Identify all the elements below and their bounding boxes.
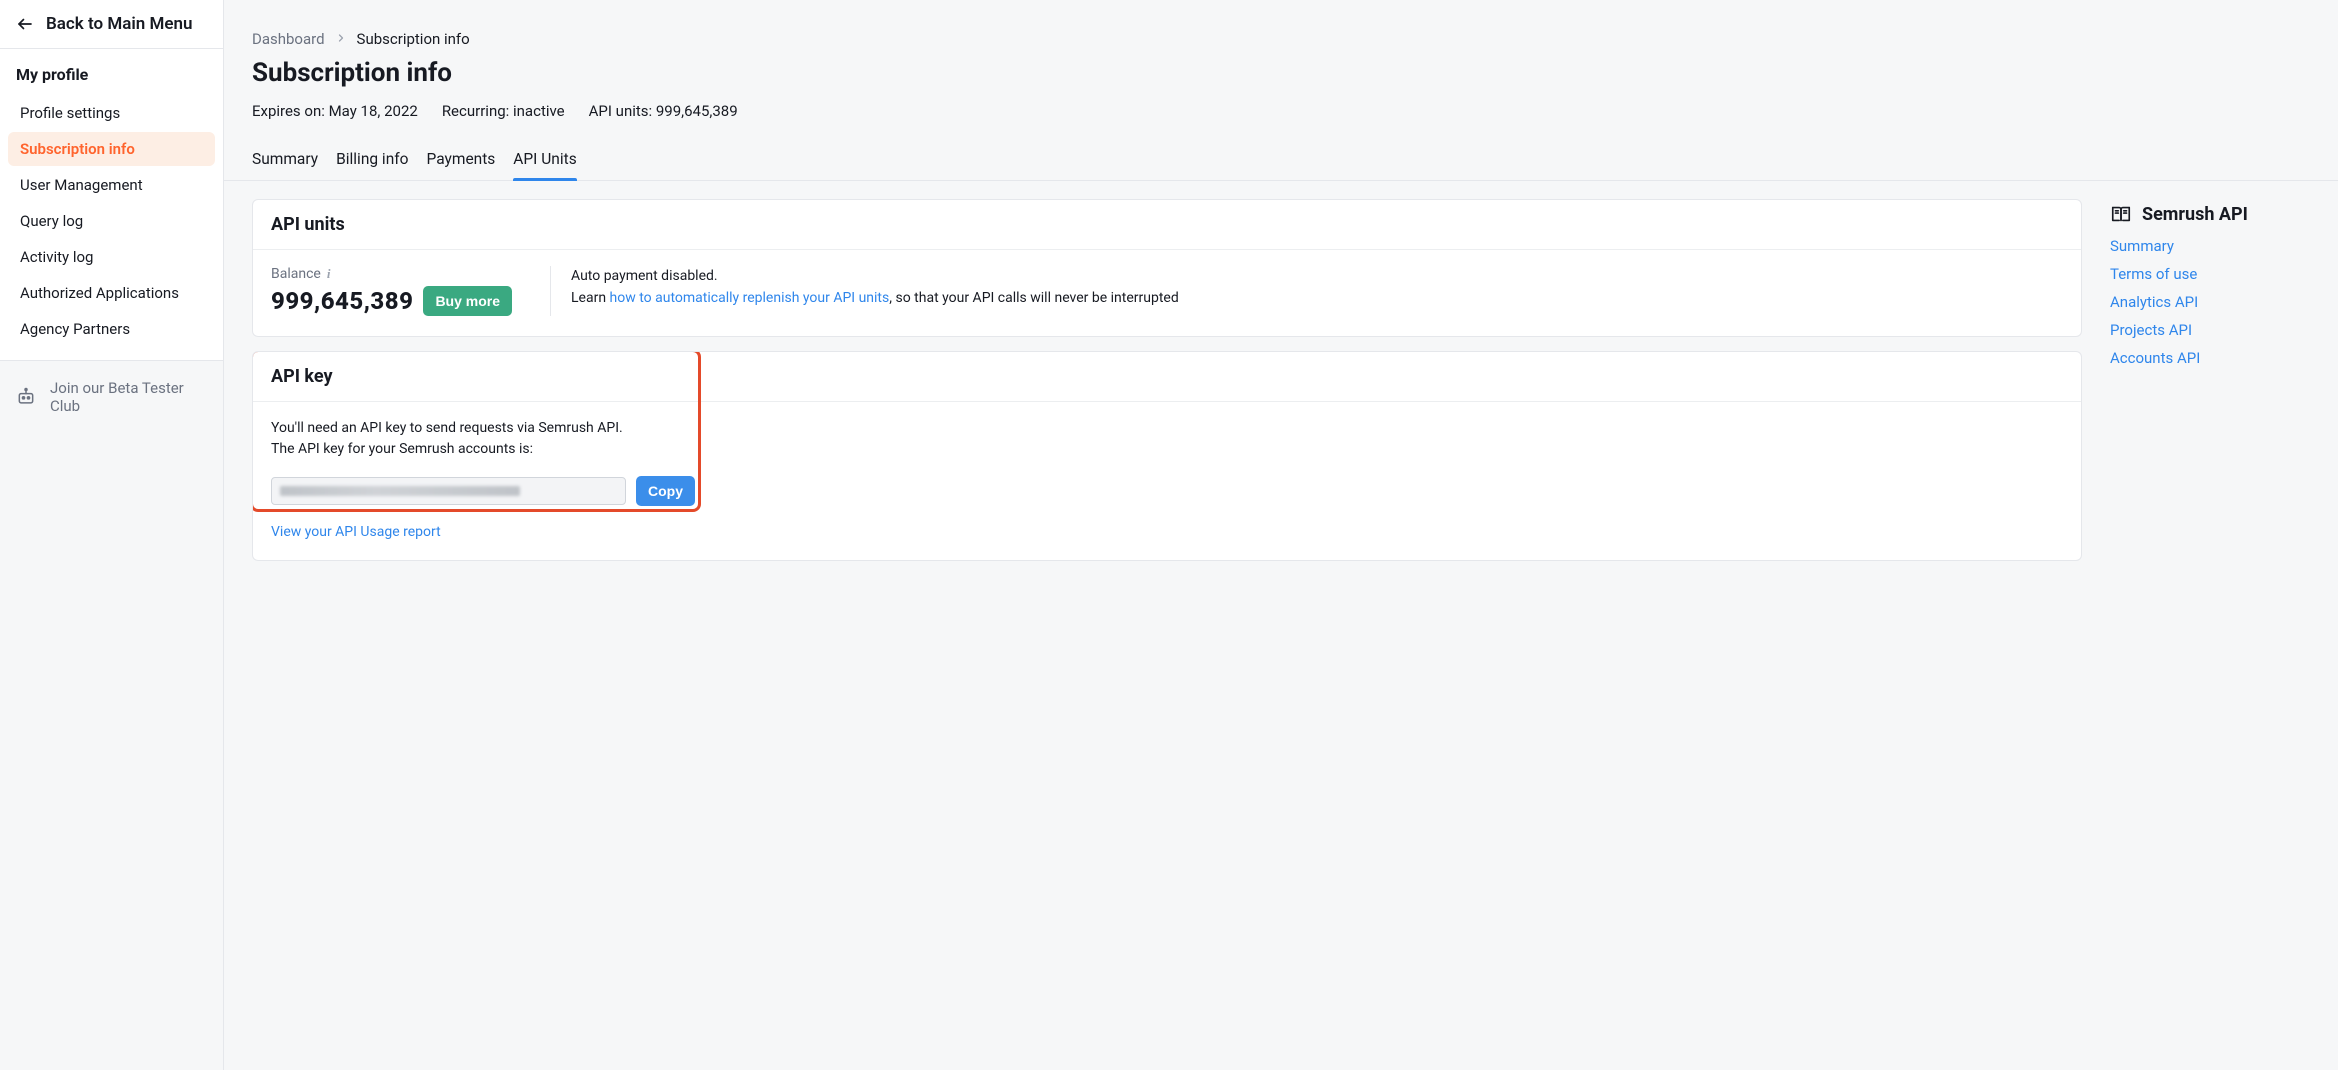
tab-api-units[interactable]: API Units [513,150,576,180]
beta-label: Join our Beta Tester Club [50,379,207,415]
card-title-api-units: API units [253,200,2081,250]
auto-payment-status: Auto payment disabled. [571,266,1179,288]
arrow-left-icon [16,15,34,33]
copy-button[interactable]: Copy [636,476,695,506]
api-key-input[interactable] [271,477,626,505]
api-units-card: API units Balance i 999,645,389 Buy more [252,199,2082,337]
sidebar-item-subscription-info[interactable]: Subscription info [8,132,215,166]
rail-link-projects-api[interactable]: Projects API [2110,321,2310,339]
sidebar-item-profile-settings[interactable]: Profile settings [8,96,215,130]
page-title: Subscription info [252,58,2310,88]
balance-value: 999,645,389 [271,287,413,315]
balance-label: Balance [271,266,321,282]
rail-link-analytics-api[interactable]: Analytics API [2110,293,2310,311]
card-title-api-key: API key [253,352,2081,402]
right-rail: Semrush API Summary Terms of use Analyti… [2110,199,2310,367]
sidebar: Back to Main Menu My profile Profile set… [0,0,224,1070]
back-label: Back to Main Menu [46,14,192,34]
rail-link-accounts-api[interactable]: Accounts API [2110,349,2310,367]
usage-report-link[interactable]: View your API Usage report [271,524,441,540]
divider [550,266,551,316]
breadcrumb-current: Subscription info [357,30,470,48]
sidebar-section-title: My profile [0,49,223,94]
api-key-desc-1: You'll need an API key to send requests … [271,418,2063,439]
sidebar-item-activity-log[interactable]: Activity log [8,240,215,274]
sidebar-item-user-management[interactable]: User Management [8,168,215,202]
learn-prefix: Learn [571,290,610,306]
chevron-right-icon [335,30,347,48]
robot-icon [16,387,36,407]
breadcrumb: Dashboard Subscription info [252,30,2310,48]
api-key-card: API key You'll need an API key to send r… [252,351,2082,561]
tab-summary[interactable]: Summary [252,150,318,180]
rail-link-terms[interactable]: Terms of use [2110,265,2310,283]
sidebar-item-agency-partners[interactable]: Agency Partners [8,312,215,346]
tab-payments[interactable]: Payments [427,150,496,180]
rail-title: Semrush API [2142,204,2248,225]
back-to-main-menu[interactable]: Back to Main Menu [0,0,223,49]
sidebar-item-query-log[interactable]: Query log [8,204,215,238]
main-content: Dashboard Subscription info Subscription… [224,0,2338,1070]
rail-link-summary[interactable]: Summary [2110,237,2310,255]
meta-api-units: API units: 999,645,389 [589,102,738,120]
api-key-desc-2: The API key for your Semrush accounts is… [271,439,2063,460]
sidebar-item-authorized-applications[interactable]: Authorized Applications [8,276,215,310]
buy-more-button[interactable]: Buy more [423,286,512,316]
learn-suffix: , so that your API calls will never be i… [889,290,1178,306]
sidebar-nav: Profile settings Subscription info User … [0,96,223,360]
api-key-masked [280,486,520,496]
tabs: Summary Billing info Payments API Units [224,150,2338,181]
breadcrumb-dashboard[interactable]: Dashboard [252,30,325,48]
meta-recurring: Recurring: inactive [442,102,565,120]
tab-billing-info[interactable]: Billing info [336,150,408,180]
replenish-link[interactable]: how to automatically replenish your API … [610,290,890,306]
book-icon [2110,203,2132,225]
info-icon[interactable]: i [327,266,331,282]
beta-tester-link[interactable]: Join our Beta Tester Club [0,361,223,433]
meta-row: Expires on: May 18, 2022 Recurring: inac… [252,102,2310,120]
meta-expires: Expires on: May 18, 2022 [252,102,418,120]
